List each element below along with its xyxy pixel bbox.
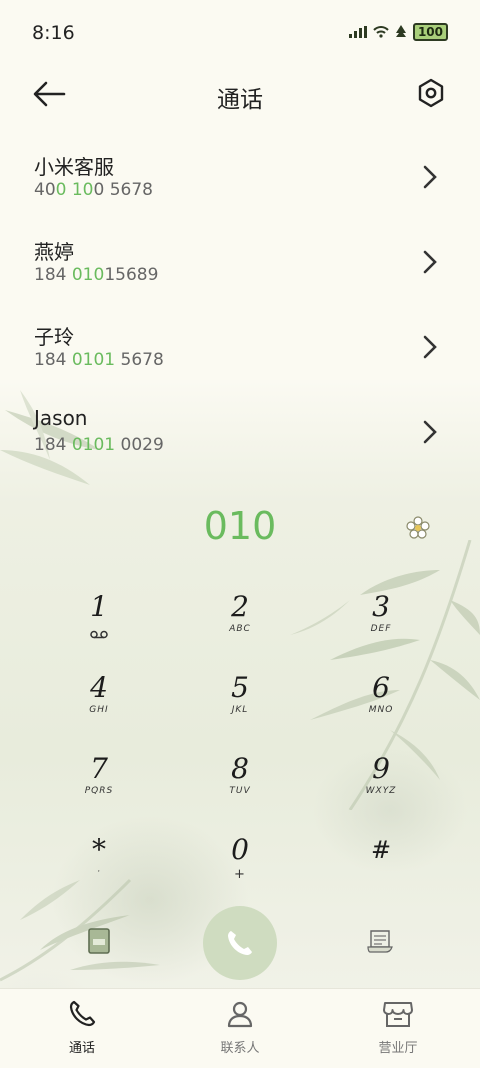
signal-icon [348,26,367,38]
key-9[interactable]: 9 WXYZ [331,752,431,822]
settings-icon[interactable] [416,78,446,108]
tab-label: 联系人 [220,1041,260,1056]
dialer-actions [0,906,480,982]
phone-icon [228,931,252,955]
key-6[interactable]: 6 MNO [331,671,431,741]
memo-icon[interactable] [366,928,394,954]
chevron-right-icon [423,335,437,359]
contact-name: 燕婷 [34,240,74,264]
contact-name: 小米客服 [34,155,114,179]
voicemail-icon [90,630,108,639]
key-0[interactable]: 0 + [190,833,290,903]
contacts-book-icon[interactable] [86,926,112,956]
contact-item[interactable]: Jason 184 0101 0029 [0,391,480,476]
call-button[interactable] [203,906,277,980]
key-7[interactable]: 7 PQRS [49,752,149,822]
status-bar: 8:16 100 [0,0,480,66]
chevron-right-icon [423,165,437,189]
key-hash[interactable]: # [331,833,431,903]
tab-contacts[interactable]: 联系人 [180,999,300,1056]
tab-label: 营业厅 [378,1041,418,1056]
contact-item[interactable]: 燕婷 184 01015689 [0,221,480,306]
tab-store[interactable]: 营业厅 [338,999,458,1056]
battery-icon: 100 [412,23,448,41]
bottom-tab-bar: 通话 联系人 营业厅 [0,988,480,1068]
contact-item[interactable]: 小米客服 400 100 5678 [0,136,480,221]
person-icon [227,1001,253,1028]
contact-name: 子玲 [34,325,74,349]
key-3[interactable]: 3 DEF [331,590,431,660]
status-icons: 100 [348,23,448,41]
key-5[interactable]: 5 JKL [190,671,290,741]
flower-icon[interactable] [406,516,430,540]
wifi-icon [373,26,389,38]
contact-number: 184 0101 5678 [34,350,164,370]
tree-icon [395,25,406,37]
key-4[interactable]: 4 GHI [49,671,149,741]
status-time: 8:16 [32,22,75,44]
contact-name: Jason [34,406,88,430]
key-1[interactable]: 1 [49,590,149,660]
contact-match-list: 小米客服 400 100 5678 燕婷 184 01015689 子玲 184… [0,136,480,476]
store-icon [383,1002,413,1027]
tab-label: 通话 [68,1041,95,1056]
contact-number: 184 01015689 [34,265,159,285]
chevron-right-icon [423,420,437,444]
page-title: 通话 [217,87,263,113]
contact-number: 184 0101 0029 [34,435,164,455]
phone-icon [69,1000,96,1027]
key-8[interactable]: 8 TUV [190,752,290,822]
contact-number: 400 100 5678 [34,180,153,200]
key-2[interactable]: 2 ABC [190,590,290,660]
contact-item[interactable]: 子玲 184 0101 5678 [0,306,480,391]
header: 通话 [0,66,480,122]
chevron-right-icon [423,250,437,274]
key-star[interactable]: * · [49,833,149,903]
tab-calls[interactable]: 通话 [22,999,142,1056]
